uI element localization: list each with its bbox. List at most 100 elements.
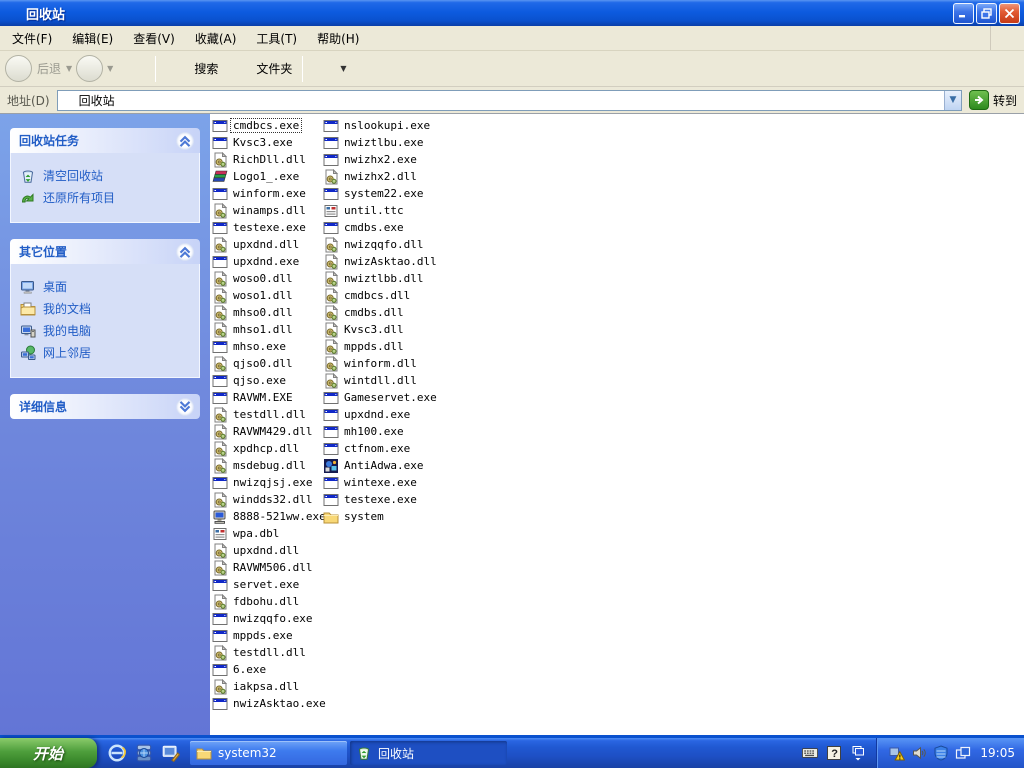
file-item[interactable]: RAVWM.EXE [212, 389, 328, 406]
file-item[interactable]: servet.exe [212, 576, 328, 593]
file-item[interactable]: AntiAdwa.exe [323, 457, 439, 474]
chevron-up-icon[interactable] [176, 242, 194, 261]
search-button[interactable]: 搜索 [161, 57, 223, 81]
file-item[interactable]: mppds.exe [212, 627, 328, 644]
globe-stack-icon[interactable] [134, 743, 154, 763]
show-desktop-icon[interactable] [161, 743, 181, 763]
menu-item[interactable]: 文件(F) [2, 26, 62, 51]
file-item[interactable]: nwizhx2.dll [323, 168, 439, 185]
keyboard-icon[interactable] [802, 745, 819, 761]
file-item[interactable]: upxdnd.exe [212, 253, 328, 270]
file-item[interactable]: RAVWM429.dll [212, 423, 328, 440]
tray-windows-icon[interactable] [955, 745, 971, 761]
file-item[interactable]: upxdnd.dll [212, 236, 328, 253]
file-item[interactable]: qjso.exe [212, 372, 328, 389]
file-item[interactable]: Kvsc3.dll [323, 321, 439, 338]
file-item[interactable]: wintexe.exe [323, 474, 439, 491]
menu-item[interactable]: 收藏(A) [185, 26, 247, 51]
file-item[interactable]: ctfnom.exe [323, 440, 439, 457]
file-item[interactable]: mhso1.dll [212, 321, 328, 338]
file-item[interactable]: winamps.dll [212, 202, 328, 219]
file-item[interactable]: mh100.exe [323, 423, 439, 440]
ie-icon[interactable] [107, 743, 127, 763]
file-item[interactable]: nwizqjsj.exe [212, 474, 328, 491]
menu-item[interactable]: 工具(T) [246, 26, 307, 51]
file-item[interactable]: testdll.dll [212, 644, 328, 661]
file-item[interactable]: 8888-521ww.exe [212, 508, 328, 525]
file-item[interactable]: woso1.dll [212, 287, 328, 304]
taskbar-button[interactable]: system32 [190, 741, 347, 765]
up-button[interactable] [116, 57, 150, 81]
address-input[interactable]: 回收站 ▼ [56, 89, 962, 111]
help-icon[interactable]: ? [826, 745, 842, 761]
file-item[interactable]: cmdbs.dll [323, 304, 439, 321]
file-item[interactable]: windds32.dll [212, 491, 328, 508]
panel-header[interactable]: 详细信息 [10, 394, 200, 419]
file-item[interactable]: woso0.dll [212, 270, 328, 287]
file-item[interactable]: nwizAsktao.dll [323, 253, 439, 270]
tray-speaker-icon[interactable] [911, 745, 927, 761]
file-item[interactable]: upxdnd.dll [212, 542, 328, 559]
file-item[interactable]: Gameservet.exe [323, 389, 439, 406]
file-item[interactable]: nwiztlbu.exe [323, 134, 439, 151]
file-item[interactable]: qjso0.dll [212, 355, 328, 372]
file-item[interactable]: nwizqqfo.exe [212, 610, 328, 627]
file-item[interactable]: until.ttc [323, 202, 439, 219]
task-link[interactable]: 还原所有项目 [20, 189, 195, 206]
back-button[interactable] [5, 55, 32, 82]
back-dropdown-icon[interactable]: ▼ [66, 64, 72, 73]
restore-button[interactable] [976, 2, 997, 24]
file-item[interactable]: RAVWM506.dll [212, 559, 328, 576]
file-item[interactable]: upxdnd.exe [323, 406, 439, 423]
file-item[interactable]: nwizhx2.exe [323, 151, 439, 168]
file-item[interactable]: nwizAsktao.exe [212, 695, 328, 712]
menu-item[interactable]: 编辑(E) [62, 26, 123, 51]
file-item[interactable]: testdll.dll [212, 406, 328, 423]
minimize-button[interactable] [953, 2, 974, 24]
start-button[interactable]: 开始 [0, 738, 97, 768]
file-item[interactable]: nwizqqfo.dll [323, 236, 439, 253]
panel-header[interactable]: 回收站任务 [10, 128, 200, 153]
go-button[interactable]: 转到 [968, 90, 1017, 110]
file-item[interactable]: xpdhcp.dll [212, 440, 328, 457]
file-item[interactable]: mhso.exe [212, 338, 328, 355]
views-button[interactable]: ▼ [308, 59, 354, 79]
chevron-down-icon[interactable] [176, 397, 194, 416]
file-item[interactable]: testexe.exe [212, 219, 328, 236]
file-item[interactable]: system [323, 508, 439, 525]
chevron-up-icon[interactable] [176, 131, 194, 150]
task-link[interactable]: 网上邻居 [20, 344, 195, 361]
tray-shield-icon[interactable] [933, 745, 949, 761]
file-item[interactable]: cmdbs.exe [323, 219, 439, 236]
file-item[interactable]: 6.exe [212, 661, 328, 678]
file-item[interactable]: mhso0.dll [212, 304, 328, 321]
file-item[interactable]: Kvsc3.exe [212, 134, 328, 151]
file-item[interactable]: cmdbcs.dll [323, 287, 439, 304]
file-item[interactable]: msdebug.dll [212, 457, 328, 474]
task-link[interactable]: 我的电脑 [20, 322, 195, 339]
file-item[interactable]: winform.dll [323, 355, 439, 372]
panel-header[interactable]: 其它位置 [10, 239, 200, 264]
task-link[interactable]: 清空回收站 [20, 167, 195, 184]
file-item[interactable]: RichDll.dll [212, 151, 328, 168]
file-item[interactable]: mppds.dll [323, 338, 439, 355]
file-item[interactable]: system22.exe [323, 185, 439, 202]
close-button[interactable] [999, 2, 1020, 24]
file-item[interactable]: cmdbcs.exe [212, 117, 328, 134]
address-dropdown-button[interactable]: ▼ [943, 90, 961, 110]
file-item[interactable]: nwiztlbb.dll [323, 270, 439, 287]
task-link[interactable]: 我的文档 [20, 300, 195, 317]
tray-warning-icon[interactable] [889, 745, 906, 761]
file-item[interactable]: testexe.exe [323, 491, 439, 508]
langbar-options-icon[interactable] [850, 745, 866, 761]
forward-dropdown-icon[interactable]: ▼ [107, 64, 113, 73]
taskbar-button[interactable]: 回收站 [350, 741, 507, 765]
file-item[interactable]: wintdll.dll [323, 372, 439, 389]
folders-button[interactable]: 文件夹 [223, 57, 297, 81]
file-item[interactable]: nslookupi.exe [323, 117, 439, 134]
forward-button[interactable] [76, 55, 104, 82]
file-item[interactable]: iakpsa.dll [212, 678, 328, 695]
file-item[interactable]: wpa.dbl [212, 525, 328, 542]
file-item[interactable]: fdbohu.dll [212, 593, 328, 610]
file-item[interactable]: winform.exe [212, 185, 328, 202]
